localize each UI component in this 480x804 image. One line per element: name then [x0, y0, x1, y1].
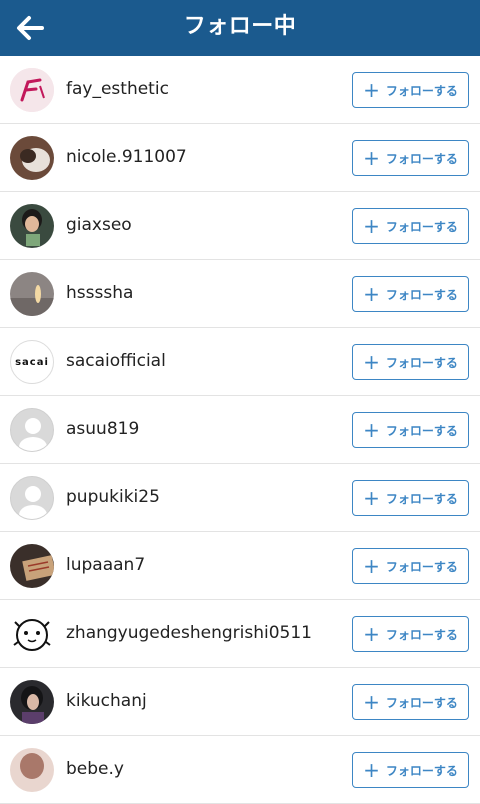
plus-icon: + [363, 282, 380, 306]
username[interactable]: hssssha [66, 260, 133, 327]
follow-button[interactable]: + フォローする [352, 208, 469, 244]
username[interactable]: pupukiki25 [66, 464, 160, 531]
list-item[interactable]: fay_esthetic + フォローする [0, 56, 480, 124]
follow-button-label: フォローする [385, 287, 458, 302]
list-item[interactable]: nicole.911007 + フォローする [0, 124, 480, 192]
username[interactable]: sacaiofficial [66, 328, 166, 395]
plus-icon: + [363, 554, 380, 578]
list-item[interactable]: sacai sacaiofficial + フォローする [0, 328, 480, 396]
plus-icon: + [363, 418, 380, 442]
follow-button-label: フォローする [385, 355, 458, 370]
plus-icon: + [363, 78, 380, 102]
follow-button-label: フォローする [385, 695, 458, 710]
avatar[interactable] [10, 68, 54, 112]
avatar[interactable] [10, 748, 54, 792]
list-item[interactable]: asuu819 + フォローする [0, 396, 480, 464]
follow-button[interactable]: + フォローする [352, 752, 469, 788]
avatar-logo-text: sacai [15, 356, 49, 368]
username[interactable]: asuu819 [66, 396, 139, 463]
avatar[interactable] [10, 204, 54, 248]
list-item[interactable]: kikuchanj + フォローする [0, 668, 480, 736]
list-item[interactable]: lupaaan7 + フォローする [0, 532, 480, 600]
follow-button-label: フォローする [385, 219, 458, 234]
follow-button[interactable]: + フォローする [352, 344, 469, 380]
follow-button[interactable]: + フォローする [352, 616, 469, 652]
avatar[interactable] [10, 272, 54, 316]
top-bar: フォロー中 [0, 0, 480, 56]
list-item[interactable]: pupukiki25 + フォローする [0, 464, 480, 532]
username[interactable]: kikuchanj [66, 668, 147, 735]
follow-button-label: フォローする [385, 423, 458, 438]
follow-button-label: フォローする [385, 151, 458, 166]
plus-icon: + [363, 622, 380, 646]
follow-button[interactable]: + フォローする [352, 140, 469, 176]
avatar[interactable] [10, 408, 54, 452]
follow-button[interactable]: + フォローする [352, 480, 469, 516]
plus-icon: + [363, 486, 380, 510]
list-item[interactable]: giaxseo + フォローする [0, 192, 480, 260]
follow-button-label: フォローする [385, 763, 458, 778]
follow-button-label: フォローする [385, 559, 458, 574]
follow-button-label: フォローする [385, 83, 458, 98]
plus-icon: + [363, 350, 380, 374]
avatar[interactable] [10, 680, 54, 724]
plus-icon: + [363, 758, 380, 782]
username[interactable]: lupaaan7 [66, 532, 145, 599]
plus-icon: + [363, 146, 380, 170]
follow-button[interactable]: + フォローする [352, 276, 469, 312]
list-item[interactable]: bebe.y + フォローする [0, 736, 480, 804]
plus-icon: + [363, 690, 380, 714]
page-title: フォロー中 [183, 14, 297, 39]
list-item[interactable]: hssssha + フォローする [0, 260, 480, 328]
follow-button[interactable]: + フォローする [352, 548, 469, 584]
following-list: fay_esthetic + フォローする nicole.911007 + フォ… [0, 56, 480, 804]
follow-button-label: フォローする [385, 627, 458, 642]
avatar[interactable]: sacai [10, 340, 54, 384]
plus-icon: + [363, 214, 380, 238]
list-item[interactable]: zhangyugedeshengrishi0511 + フォローする [0, 600, 480, 668]
follow-button-label: フォローする [385, 491, 458, 506]
avatar[interactable] [10, 136, 54, 180]
username[interactable]: bebe.y [66, 736, 124, 803]
username[interactable]: giaxseo [66, 192, 132, 259]
avatar[interactable] [10, 544, 54, 588]
username[interactable]: fay_esthetic [66, 56, 169, 123]
avatar[interactable] [10, 612, 54, 656]
username[interactable]: zhangyugedeshengrishi0511 [66, 600, 312, 667]
username[interactable]: nicole.911007 [66, 124, 187, 191]
follow-button[interactable]: + フォローする [352, 684, 469, 720]
follow-button[interactable]: + フォローする [352, 412, 469, 448]
follow-button[interactable]: + フォローする [352, 72, 469, 108]
avatar[interactable] [10, 476, 54, 520]
